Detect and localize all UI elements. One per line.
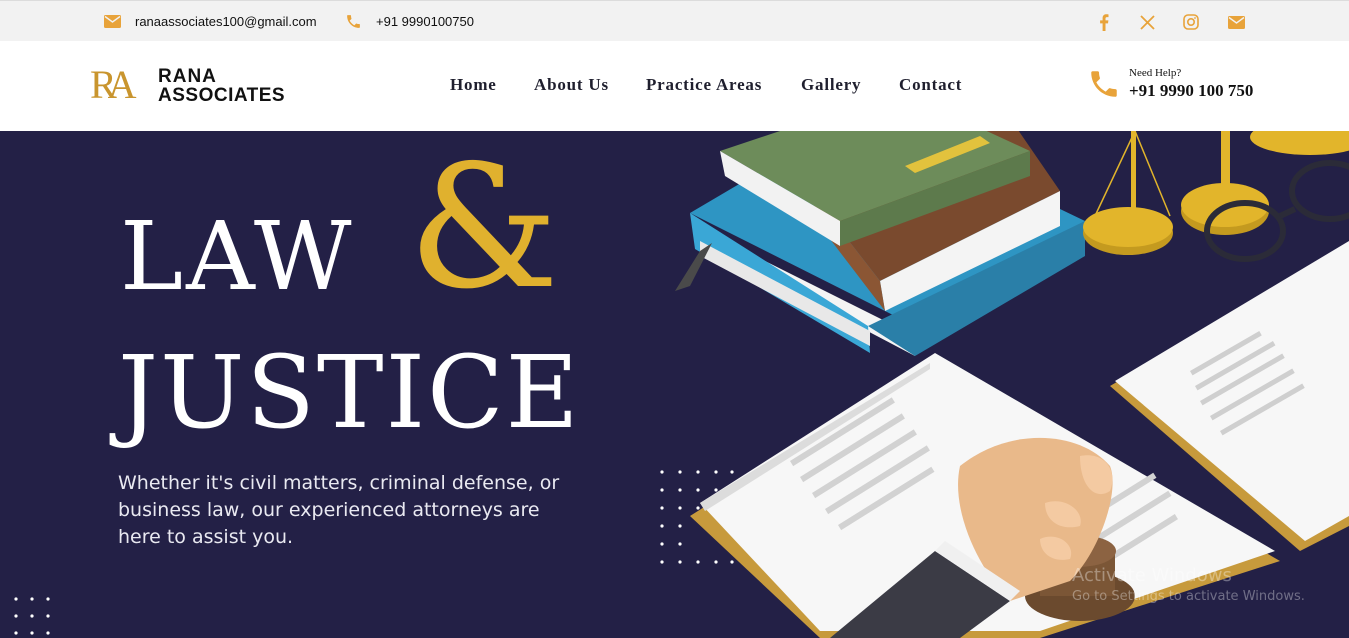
instagram-icon[interactable] [1182, 13, 1200, 31]
hero-title-law: LAW [120, 202, 355, 312]
topbar-phone-text: +91 9990100750 [376, 14, 474, 29]
watermark-title: Activate Windows [1072, 565, 1232, 586]
help-label: Need Help? [1129, 67, 1182, 79]
top-bar: ranaassociates100@gmail.com +91 99901007… [0, 0, 1349, 41]
email-icon[interactable] [1227, 13, 1245, 31]
x-icon[interactable] [1138, 13, 1156, 31]
watermark-subtitle: Go to Settings to activate Windows. [1072, 589, 1305, 604]
topbar-email[interactable]: ranaassociates100@gmail.com [104, 1, 317, 42]
help-text: Need Help? +91 9990 100 750 [1129, 67, 1253, 101]
hero-title-justice: JUSTICE [118, 334, 581, 451]
nav-practice-areas[interactable]: Practice Areas [646, 75, 762, 97]
topbar-phone[interactable]: +91 9990100750 [345, 1, 474, 42]
envelope-icon [104, 15, 121, 28]
hero-section: LAW & JUSTICE Whether it's civil matters… [0, 131, 1349, 638]
book-stack [675, 131, 1085, 356]
scales-of-justice [1083, 131, 1349, 255]
nav-gallery[interactable]: Gallery [801, 75, 861, 97]
facebook-icon[interactable] [1095, 13, 1113, 31]
logo-line-1: RANA [158, 66, 217, 87]
hero-description: Whether it's civil matters, criminal def… [118, 472, 560, 548]
nav-about-us[interactable]: About Us [534, 75, 609, 97]
site-logo[interactable]: RA RANA ASSOCIATES [90, 65, 285, 107]
topbar-email-text: ranaassociates100@gmail.com [135, 14, 317, 29]
windows-activation-watermark: Activate Windows Go to Settings to activ… [1072, 565, 1305, 604]
phone-icon [1091, 71, 1117, 97]
phone-icon [347, 15, 360, 28]
logo-mark: RA [90, 62, 137, 107]
main-header: RA RANA ASSOCIATES Home About Us Practic… [0, 41, 1349, 131]
help-phone: +91 9990 100 750 [1129, 81, 1254, 100]
need-help[interactable]: Need Help? +91 9990 100 750 [1087, 67, 1253, 101]
hero-title-ampersand: & [408, 131, 560, 327]
nav-home[interactable]: Home [450, 75, 497, 97]
nav-contact[interactable]: Contact [899, 75, 962, 97]
logo-line-2: ASSOCIATES [158, 85, 286, 106]
logo-text: RANA ASSOCIATES [158, 67, 285, 105]
